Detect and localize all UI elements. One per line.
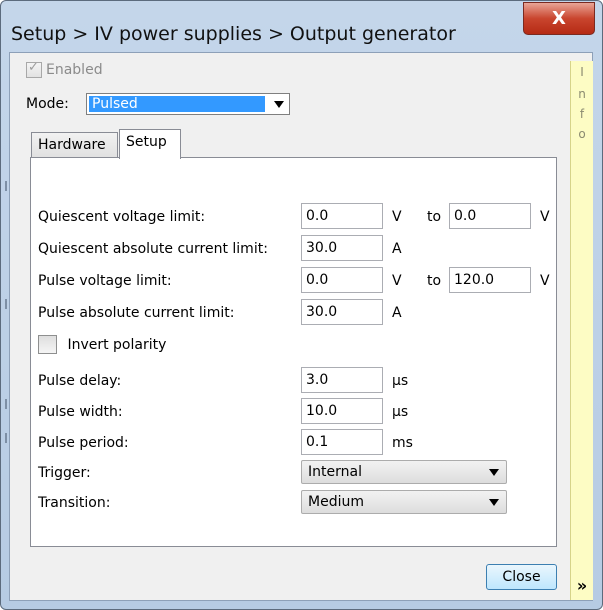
quiescent-voltage-label: Quiescent voltage limit: <box>38 209 206 225</box>
tab-setup[interactable]: Setup <box>119 129 181 159</box>
enabled-checkbox[interactable]: ✓ <box>26 60 42 78</box>
transition-selected-value: Medium <box>308 494 364 510</box>
info-letter: n <box>578 87 586 101</box>
info-letter: I <box>580 65 584 79</box>
tab-hardware[interactable]: Hardware <box>31 132 118 158</box>
resize-grip <box>5 299 7 309</box>
transition-label: Transition: <box>38 495 111 511</box>
unit-label: A <box>392 305 402 321</box>
resize-grip <box>5 433 7 443</box>
enabled-checkbox-row[interactable]: ✓ Enabled <box>26 60 103 84</box>
resize-grip <box>5 399 7 409</box>
resize-grip <box>5 181 7 191</box>
chevron-down-icon <box>489 499 499 506</box>
invert-polarity-row[interactable]: Invert polarity <box>38 335 166 354</box>
unit-label: V <box>392 209 402 225</box>
trigger-label: Trigger: <box>38 465 91 481</box>
pulse-current-label: Pulse absolute current limit: <box>38 305 235 321</box>
invert-polarity-checkbox[interactable] <box>38 335 57 354</box>
unit-label: V <box>540 273 550 289</box>
quiescent-voltage-to-input[interactable]: 0.0 <box>449 203 531 229</box>
close-button[interactable]: Close <box>486 564 557 590</box>
chevron-down-icon <box>489 469 499 476</box>
pulse-delay-input[interactable]: 3.0 <box>301 367 383 393</box>
trigger-select[interactable]: Internal <box>301 460 507 484</box>
window-title: Setup > IV power supplies > Output gener… <box>11 23 456 45</box>
pulse-period-input[interactable]: 0.1 <box>301 429 383 455</box>
mode-selected-value: Pulsed <box>89 96 265 112</box>
title-bar[interactable]: Setup > IV power supplies > Output gener… <box>1 1 602 53</box>
mode-label: Mode: <box>26 96 69 112</box>
to-label: to <box>427 209 442 225</box>
unit-label: ms <box>392 435 413 451</box>
enabled-label: Enabled <box>46 62 103 78</box>
unit-label: µs <box>392 373 409 389</box>
unit-label: µs <box>392 404 409 420</box>
unit-label: A <box>392 241 402 257</box>
pulse-current-input[interactable]: 30.0 <box>301 299 383 325</box>
window-close-button[interactable]: X <box>523 2 595 35</box>
transition-select[interactable]: Medium <box>301 490 507 514</box>
check-icon: ✓ <box>28 60 39 75</box>
quiescent-current-input[interactable]: 30.0 <box>301 235 383 261</box>
pulse-width-input[interactable]: 10.0 <box>301 398 383 424</box>
mode-select[interactable]: Pulsed <box>86 93 290 115</box>
expand-info-button[interactable]: » <box>571 576 593 595</box>
pulse-voltage-label: Pulse voltage limit: <box>38 273 172 289</box>
chevron-down-icon <box>274 101 284 108</box>
quiescent-current-label: Quiescent absolute current limit: <box>38 241 268 257</box>
trigger-selected-value: Internal <box>308 464 362 480</box>
pulse-voltage-from-input[interactable]: 0.0 <box>301 267 383 293</box>
to-label: to <box>427 273 442 289</box>
info-letter: f <box>579 107 585 121</box>
info-letter: o <box>578 127 586 141</box>
pulse-period-label: Pulse period: <box>38 435 129 451</box>
invert-polarity-label: Invert polarity <box>67 336 167 353</box>
pulse-width-label: Pulse width: <box>38 404 123 420</box>
pulse-voltage-to-input[interactable]: 120.0 <box>449 267 531 293</box>
info-panel[interactable]: I n f o » <box>570 61 593 600</box>
pulse-delay-label: Pulse delay: <box>38 373 122 389</box>
unit-label: V <box>540 209 550 225</box>
quiescent-voltage-from-input[interactable]: 0.0 <box>301 203 383 229</box>
unit-label: V <box>392 273 402 289</box>
